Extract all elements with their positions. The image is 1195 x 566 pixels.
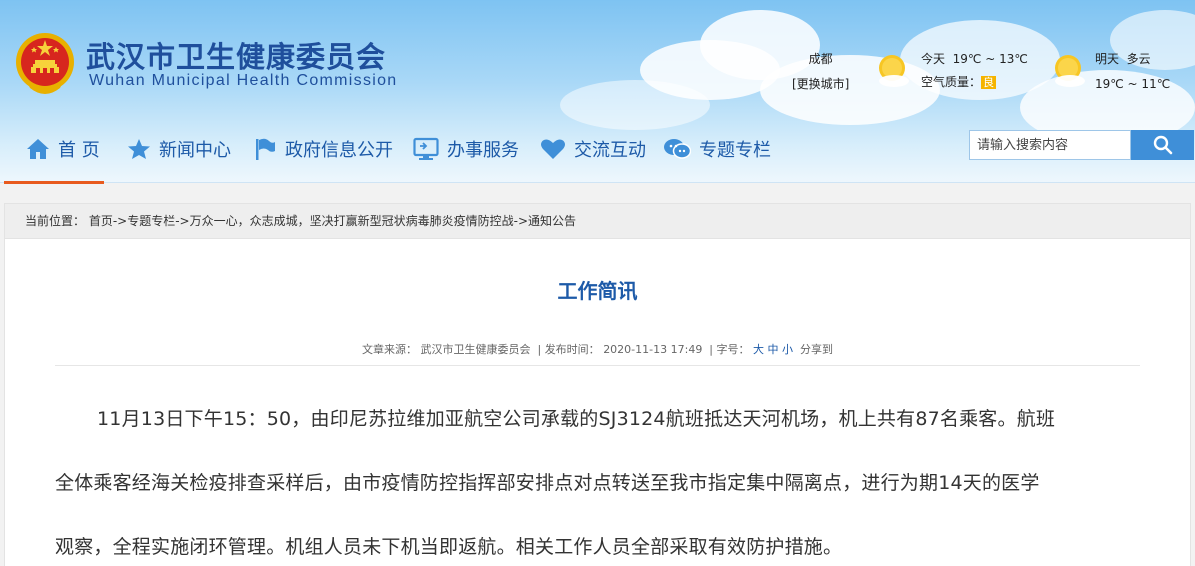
today-temp: 19℃ ~ 13℃ <box>952 52 1028 66</box>
site-title: 武汉市卫生健康委员会 <box>86 40 387 74</box>
monitor-icon <box>413 137 439 160</box>
search-icon <box>1153 135 1172 155</box>
article-line-3: 观察，全程实施闭环管理。机组人员未下机当即返航。相关工作人员全部采取有效防护措施… <box>55 536 843 558</box>
font-size-label: 字号： <box>716 343 750 356</box>
article-line-2: 全体乘客经海关检疫排查采样后，由市疫情防控指挥部安排点对点转送至我市指定集中隔离… <box>55 472 1040 494</box>
nav-services[interactable]: 办事服务 <box>413 130 519 168</box>
aqi-badge: 良 <box>981 76 997 89</box>
tomorrow-weather: 明天 多云 <box>1095 50 1151 67</box>
aqi-label: 空气质量： <box>921 75 982 89</box>
sunny-cloudy-icon <box>879 55 909 87</box>
chat-icon <box>664 139 691 159</box>
source-value: 武汉市卫生健康委员会 <box>420 343 531 356</box>
nav-news[interactable]: 新闻中心 <box>127 130 231 168</box>
font-size-small[interactable]: 小 <box>782 343 793 356</box>
star-icon <box>128 139 150 159</box>
search-input[interactable] <box>969 130 1131 160</box>
nav-gov-info-label: 政府信息公开 <box>285 140 393 161</box>
nav-interaction-label: 交流互动 <box>574 140 646 161</box>
meta-divider <box>55 365 1140 366</box>
nav-topics-label: 专题专栏 <box>699 140 771 161</box>
date-value: 2020-11-13 17:49 <box>603 343 703 356</box>
tomorrow-temp: 19℃ ~ 11℃ <box>1095 77 1171 91</box>
breadcrumb-prefix: 当前位置： <box>25 214 86 228</box>
nav-interaction[interactable]: 交流互动 <box>540 130 646 168</box>
article-meta: 文章来源： 武汉市卫生健康委员会 | 发布时间： 2020-11-13 17:4… <box>361 343 834 356</box>
national-emblem-icon <box>16 33 74 94</box>
tomorrow-label: 明天 <box>1095 52 1120 66</box>
cloudy-icon <box>1055 55 1085 87</box>
today-weather: 今天 19℃ ~ 13℃ <box>921 50 1028 67</box>
change-city-link[interactable]: [更换城市] <box>792 75 849 92</box>
nav-news-label: 新闻中心 <box>159 140 231 161</box>
nav-services-label: 办事服务 <box>447 140 519 161</box>
nav-home[interactable]: 首 页 <box>26 130 100 168</box>
city-name: 成都 <box>808 52 833 66</box>
date-label: 发布时间： <box>544 343 600 356</box>
share-link[interactable]: 分享到 <box>800 343 833 356</box>
tomorrow-condition: 多云 <box>1126 52 1151 66</box>
nav-gov-info[interactable]: 政府信息公开 <box>253 130 393 168</box>
font-size-large[interactable]: 大 <box>753 343 764 356</box>
breadcrumb-path[interactable]: 首页->专题专栏->万众一心，众志成城，坚决打赢新型冠状病毒肺炎疫情防控战->通… <box>89 214 576 228</box>
site-subtitle: Wuhan Municipal Health Commission <box>89 72 398 89</box>
nav-divider <box>0 182 1195 183</box>
weather-city-block: 成都 [更换城市] <box>792 50 849 92</box>
article-line-1: 11月13日下午15：50，由印尼苏拉维加亚航空公司承载的SJ3124航班抵达天… <box>97 408 1056 430</box>
font-size-medium[interactable]: 中 <box>768 343 779 356</box>
breadcrumb: 当前位置： 首页->专题专栏->万众一心，众志成城，坚决打赢新型冠状病毒肺炎疫情… <box>4 203 1191 239</box>
nav-topics[interactable]: 专题专栏 <box>663 130 771 168</box>
home-icon <box>27 139 49 159</box>
article-title: 工作简讯 <box>557 279 638 303</box>
flag-icon <box>256 138 275 160</box>
nav-active-indicator <box>4 181 104 184</box>
source-label: 文章来源： <box>361 343 417 356</box>
air-quality: 空气质量：良 <box>921 73 997 90</box>
today-label: 今天 <box>921 52 946 66</box>
heart-icon <box>541 139 565 159</box>
nav-home-label: 首 页 <box>58 140 100 161</box>
search-button[interactable] <box>1131 130 1194 160</box>
